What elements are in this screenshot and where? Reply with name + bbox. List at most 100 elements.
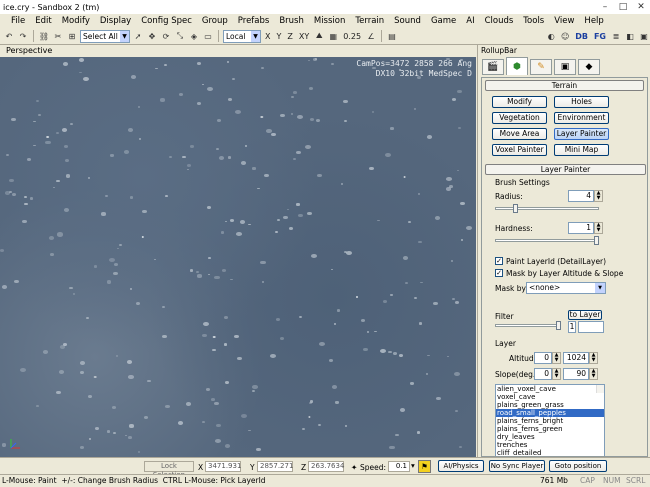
redo-icon[interactable]: ↷ <box>17 30 29 42</box>
y-coordinate-input[interactable]: 2857.271 <box>257 461 293 472</box>
terrain-tab-icon[interactable]: ⬢ <box>506 57 528 75</box>
menu-config-spec[interactable]: Config Spec <box>136 16 197 26</box>
paint-layerid-checkbox[interactable]: ✓ <box>495 257 503 265</box>
objects-tab-icon[interactable]: 🎬 <box>482 59 504 75</box>
voxel-painter-button[interactable]: Voxel Painter <box>492 144 547 156</box>
pointer-icon[interactable]: ➚ <box>132 30 144 42</box>
layer-painter-button[interactable]: Layer Painter <box>554 128 609 140</box>
modify-button[interactable]: Modify <box>492 96 547 108</box>
axis-z-button[interactable]: Z <box>285 32 294 41</box>
list-item[interactable]: plains_green_grass <box>496 401 604 409</box>
minimize-button[interactable]: – <box>596 1 614 13</box>
layer-painter-section-header[interactable]: Layer Painter <box>485 164 646 175</box>
altitude-max-spin-icon[interactable]: ▲ ▼ <box>589 352 598 364</box>
list-item[interactable]: plains_ferns_green <box>496 425 604 433</box>
layers-tab-icon[interactable]: ◆ <box>578 59 600 75</box>
environment-button[interactable]: Environment <box>554 112 609 124</box>
notes-icon[interactable]: ▤ <box>386 30 398 42</box>
altitude-min-input[interactable]: 0 <box>534 352 552 364</box>
maximize-button[interactable]: □ <box>614 1 632 13</box>
menu-sound[interactable]: Sound <box>389 16 426 26</box>
menu-mission[interactable]: Mission <box>309 16 351 26</box>
layer-list-scrollbar[interactable] <box>596 385 604 393</box>
terrain-section-header[interactable]: Terrain <box>485 80 644 91</box>
hardness-input[interactable]: 1 <box>568 222 594 234</box>
menu-game[interactable]: Game <box>426 16 461 26</box>
axis-y-button[interactable]: Y <box>274 32 283 41</box>
radius-spin-icon[interactable]: ▲ ▼ <box>594 190 603 202</box>
hardness-spin-icon[interactable]: ▲ ▼ <box>594 222 603 234</box>
filter-slider-thumb[interactable] <box>556 321 561 330</box>
move-icon[interactable]: ✥ <box>146 30 158 42</box>
ai-physics-button[interactable]: AI/Physics <box>438 460 484 472</box>
list-item[interactable]: plains_ferns_bright <box>496 417 604 425</box>
altitude-min-spin-icon[interactable]: ▲ ▼ <box>552 352 561 364</box>
menu-prefabs[interactable]: Prefabs <box>233 16 275 26</box>
video-icon[interactable]: ▣ <box>638 30 650 42</box>
menu-file[interactable]: File <box>6 16 30 26</box>
lock-selection-button[interactable]: Lock Selection <box>144 461 194 479</box>
filter-slider-track[interactable] <box>495 324 561 327</box>
coord-system-dropdown[interactable]: Local ▼ <box>223 29 261 43</box>
radius-slider-thumb[interactable] <box>513 204 518 213</box>
altitude-max-input[interactable]: 1024 <box>563 352 589 364</box>
vegetation-button[interactable]: Vegetation <box>492 112 547 124</box>
hardness-slider-track[interactable] <box>495 239 599 242</box>
unlink-icon[interactable]: ✂ <box>52 30 64 42</box>
radius-input[interactable]: 4 <box>568 190 594 202</box>
magnet-icon[interactable]: ◐ <box>545 30 557 42</box>
select-region-icon[interactable]: ▭ <box>202 30 214 42</box>
menu-display[interactable]: Display <box>95 16 136 26</box>
slope-min-input[interactable]: 0 <box>534 368 552 380</box>
speed-input[interactable]: 0.1 <box>388 461 410 472</box>
grid-icon[interactable]: ▦ <box>327 30 339 42</box>
layer-list[interactable]: alien_voxel_cave voxel_cave plains_green… <box>495 384 605 456</box>
select-filter-icon[interactable]: ⊞ <box>66 30 78 42</box>
modeling-tab-icon[interactable]: ✎ <box>530 59 552 75</box>
prefab-icon[interactable]: ◧ <box>624 30 636 42</box>
move-area-button[interactable]: Move Area <box>492 128 547 140</box>
list-item[interactable]: voxel_cave <box>496 393 604 401</box>
person-icon[interactable]: ☺ <box>559 30 571 42</box>
angle-snap-icon[interactable]: ∠ <box>365 30 377 42</box>
z-coordinate-input[interactable]: 263.7634 <box>308 461 344 472</box>
snap-object-icon[interactable]: ◈ <box>188 30 200 42</box>
list-item[interactable]: alien_voxel_cave <box>496 385 604 393</box>
list-item[interactable]: trenches <box>496 441 604 449</box>
mask-by-dropdown[interactable]: <none> ▼ <box>526 282 606 294</box>
holes-button[interactable]: Holes <box>554 96 609 108</box>
terrain-snap-icon[interactable]: ⛰ <box>313 30 325 42</box>
fg-button[interactable]: FG <box>592 32 608 41</box>
rollup-panel[interactable]: Terrain Modify Holes Vegetation Environm… <box>481 77 648 457</box>
terrain-collision-icon[interactable]: ⚑ <box>418 460 431 473</box>
menu-edit[interactable]: Edit <box>30 16 56 26</box>
slope-min-spin-icon[interactable]: ▲ ▼ <box>552 368 561 380</box>
display-tab-icon[interactable]: ▣ <box>554 59 576 75</box>
speed-spin-icon[interactable]: ▾ <box>411 461 415 470</box>
x-coordinate-input[interactable]: 3471.931 <box>205 461 241 472</box>
select-mode-dropdown[interactable]: Select All ▼ <box>80 29 130 43</box>
filter-value[interactable]: 1 <box>568 321 576 333</box>
axis-x-button[interactable]: X <box>263 32 272 41</box>
menu-help[interactable]: Help <box>579 16 608 26</box>
menu-brush[interactable]: Brush <box>274 16 309 26</box>
layers-icon[interactable]: ≣ <box>610 30 622 42</box>
hardness-slider-thumb[interactable] <box>594 236 599 245</box>
perspective-viewport[interactable]: CamPos=3472 2858 266 Ang DX10 32bit MedS… <box>0 57 476 457</box>
undo-icon[interactable]: ↶ <box>3 30 15 42</box>
menu-view[interactable]: View <box>549 16 579 26</box>
grid-value[interactable]: 0.25 <box>341 32 363 41</box>
viewport-label[interactable]: Perspective <box>6 46 52 55</box>
rotate-icon[interactable]: ⟳ <box>160 30 172 42</box>
axis-xy-button[interactable]: XY <box>297 32 311 41</box>
list-item-selected[interactable]: road_small_pepples <box>496 409 604 417</box>
scale-icon[interactable]: ⤡ <box>174 30 186 42</box>
no-sync-player-button[interactable]: No Sync Player <box>489 460 545 472</box>
menu-ai[interactable]: AI <box>461 16 479 26</box>
menu-group[interactable]: Group <box>197 16 233 26</box>
list-item[interactable]: cliff_detailed <box>496 449 604 456</box>
menu-tools[interactable]: Tools <box>518 16 549 26</box>
db-button[interactable]: DB <box>573 32 590 41</box>
to-layer-button[interactable]: to Layer <box>568 310 602 320</box>
menu-modify[interactable]: Modify <box>57 16 95 26</box>
